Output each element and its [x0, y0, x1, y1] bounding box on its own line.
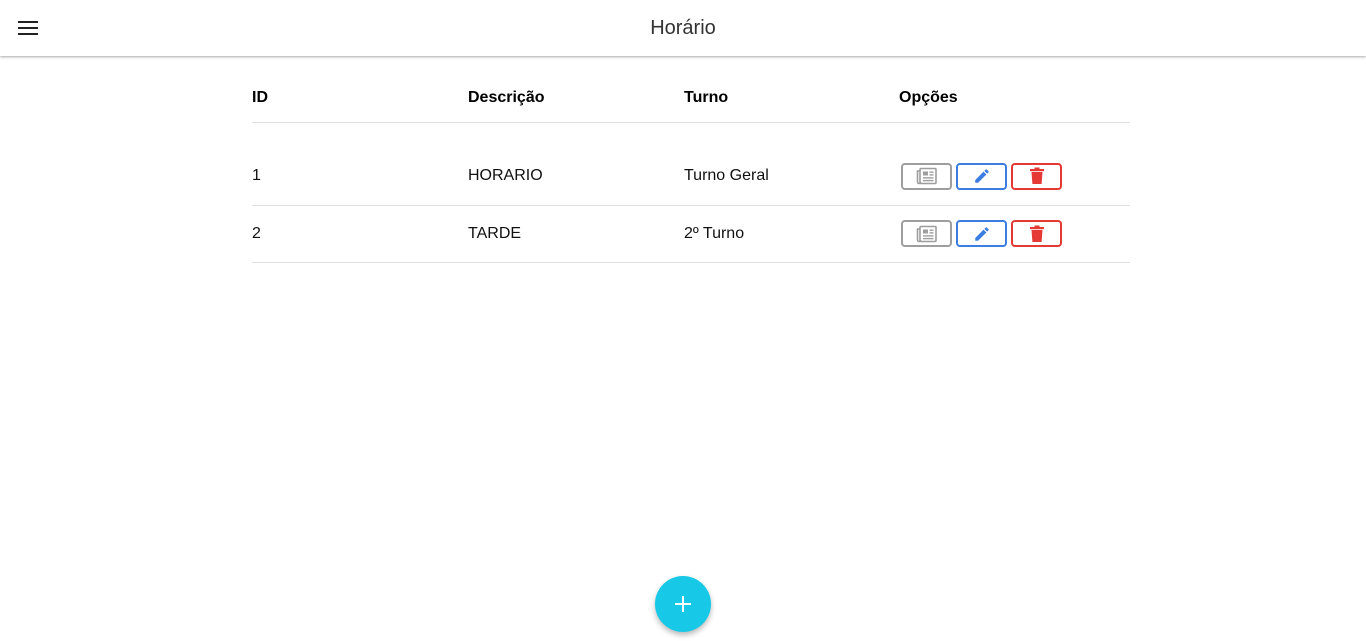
- newspaper-icon: [916, 225, 937, 242]
- plus-icon: [675, 596, 691, 612]
- newspaper-icon: [916, 167, 937, 185]
- cell-descricao: TARDE: [468, 205, 684, 263]
- cell-options: [899, 205, 1130, 263]
- header-descricao: Descrição: [468, 74, 684, 123]
- table-row: 2 TARDE 2º Turno: [252, 205, 1130, 263]
- cell-options: [899, 148, 1130, 206]
- trash-icon: [1029, 167, 1044, 185]
- delete-button[interactable]: [1011, 220, 1062, 247]
- table-row: 1 HORARIO Turno Geral: [252, 148, 1130, 206]
- app-bar: Horário: [0, 0, 1366, 56]
- edit-button[interactable]: [956, 220, 1007, 247]
- header-id: ID: [252, 74, 468, 123]
- menu-button[interactable]: [12, 12, 44, 44]
- schedule-table-container: ID Descrição Turno Opções 1 HORARIO Turn…: [252, 74, 1130, 263]
- table-header-row: ID Descrição Turno Opções: [252, 74, 1130, 123]
- header-opcoes: Opções: [899, 74, 1130, 123]
- trash-icon: [1029, 225, 1044, 242]
- page-title: Horário: [650, 17, 716, 39]
- cell-descricao: HORARIO: [468, 148, 684, 206]
- cell-turno: Turno Geral: [684, 148, 899, 206]
- edit-button[interactable]: [956, 162, 1007, 190]
- view-button[interactable]: [901, 162, 952, 190]
- add-button[interactable]: [655, 576, 711, 632]
- cell-id: 1: [252, 148, 468, 206]
- schedule-table: ID Descrição Turno Opções 1 HORARIO Turn…: [252, 74, 1130, 263]
- cell-id: 2: [252, 205, 468, 263]
- pencil-icon: [974, 226, 989, 241]
- delete-button[interactable]: [1011, 162, 1062, 190]
- view-button[interactable]: [901, 220, 952, 247]
- header-turno: Turno: [684, 74, 899, 123]
- pencil-icon: [974, 169, 989, 183]
- cell-turno: 2º Turno: [684, 205, 899, 263]
- menu-icon: [18, 21, 38, 35]
